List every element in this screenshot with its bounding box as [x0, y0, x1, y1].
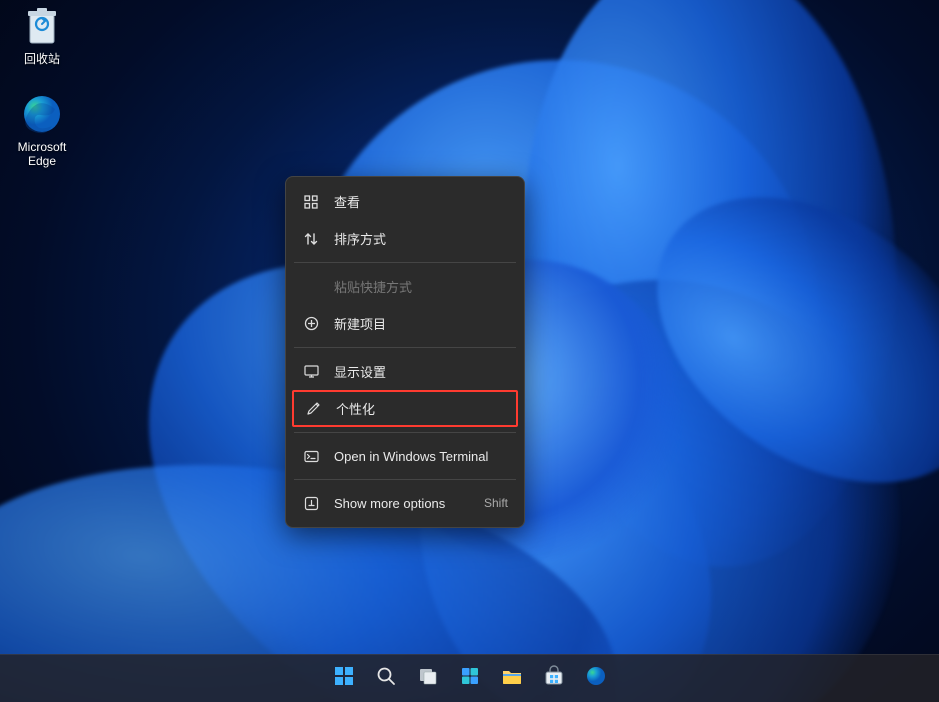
- search-icon: [375, 665, 397, 692]
- desktop-icon-edge[interactable]: Microsoft Edge: [4, 92, 80, 168]
- plus-circle-icon: [302, 315, 320, 333]
- edge-icon: [4, 92, 80, 136]
- taskbar-search-button[interactable]: [366, 659, 406, 699]
- widgets-icon: [459, 665, 481, 692]
- menu-item-display-settings[interactable]: 显示设置: [290, 353, 520, 390]
- taskbar-store-button[interactable]: [534, 659, 574, 699]
- menu-item-label: 排序方式: [334, 229, 386, 248]
- store-icon: [543, 665, 565, 692]
- grid-icon: [302, 193, 320, 211]
- taskbar-edge-button[interactable]: [576, 659, 616, 699]
- menu-item-view[interactable]: 查看: [290, 183, 520, 220]
- menu-item-highlight: 个性化: [292, 390, 518, 427]
- desktop-icon-label: 回收站: [4, 52, 80, 66]
- menu-item-label: Show more options: [334, 496, 445, 511]
- terminal-icon: [302, 447, 320, 465]
- edge-icon: [585, 665, 607, 692]
- menu-separator: [294, 262, 516, 263]
- menu-item-new[interactable]: 新建项目: [290, 305, 520, 342]
- menu-item-open-terminal[interactable]: Open in Windows Terminal: [290, 438, 520, 474]
- windows-start-icon: [333, 665, 355, 692]
- menu-separator: [294, 347, 516, 348]
- taskbar-widgets-button[interactable]: [450, 659, 490, 699]
- menu-item-label: 个性化: [336, 399, 375, 418]
- taskbar-taskview-button[interactable]: [408, 659, 448, 699]
- pencil-icon: [304, 400, 322, 418]
- taskbar: [0, 654, 939, 702]
- menu-item-paste-shortcut: 粘贴快捷方式: [290, 268, 520, 305]
- taskbar-start-button[interactable]: [324, 659, 364, 699]
- more-options-icon: [302, 494, 320, 512]
- folder-icon: [501, 665, 523, 692]
- menu-item-shortcut: Shift: [484, 496, 508, 510]
- menu-item-label: 新建项目: [334, 314, 386, 333]
- menu-item-personalize[interactable]: 个性化: [294, 392, 516, 425]
- menu-item-show-more[interactable]: Show more options Shift: [290, 485, 520, 521]
- menu-separator: [294, 432, 516, 433]
- desktop-context-menu: 查看 排序方式 粘贴快捷方式 新建项目 显示设置: [285, 176, 525, 528]
- desktop-icon-label: Microsoft Edge: [4, 140, 80, 168]
- display-icon: [302, 363, 320, 381]
- taskview-icon: [417, 665, 439, 692]
- blank-icon: [302, 278, 320, 296]
- menu-item-label: 查看: [334, 192, 360, 211]
- menu-item-sort[interactable]: 排序方式: [290, 220, 520, 257]
- menu-item-label: 粘贴快捷方式: [334, 277, 412, 296]
- sort-icon: [302, 230, 320, 248]
- menu-separator: [294, 479, 516, 480]
- recycle-bin-icon: [4, 4, 80, 48]
- menu-item-label: Open in Windows Terminal: [334, 449, 488, 464]
- desktop-icon-recycle-bin[interactable]: 回收站: [4, 4, 80, 66]
- menu-item-label: 显示设置: [334, 362, 386, 381]
- taskbar-file-explorer-button[interactable]: [492, 659, 532, 699]
